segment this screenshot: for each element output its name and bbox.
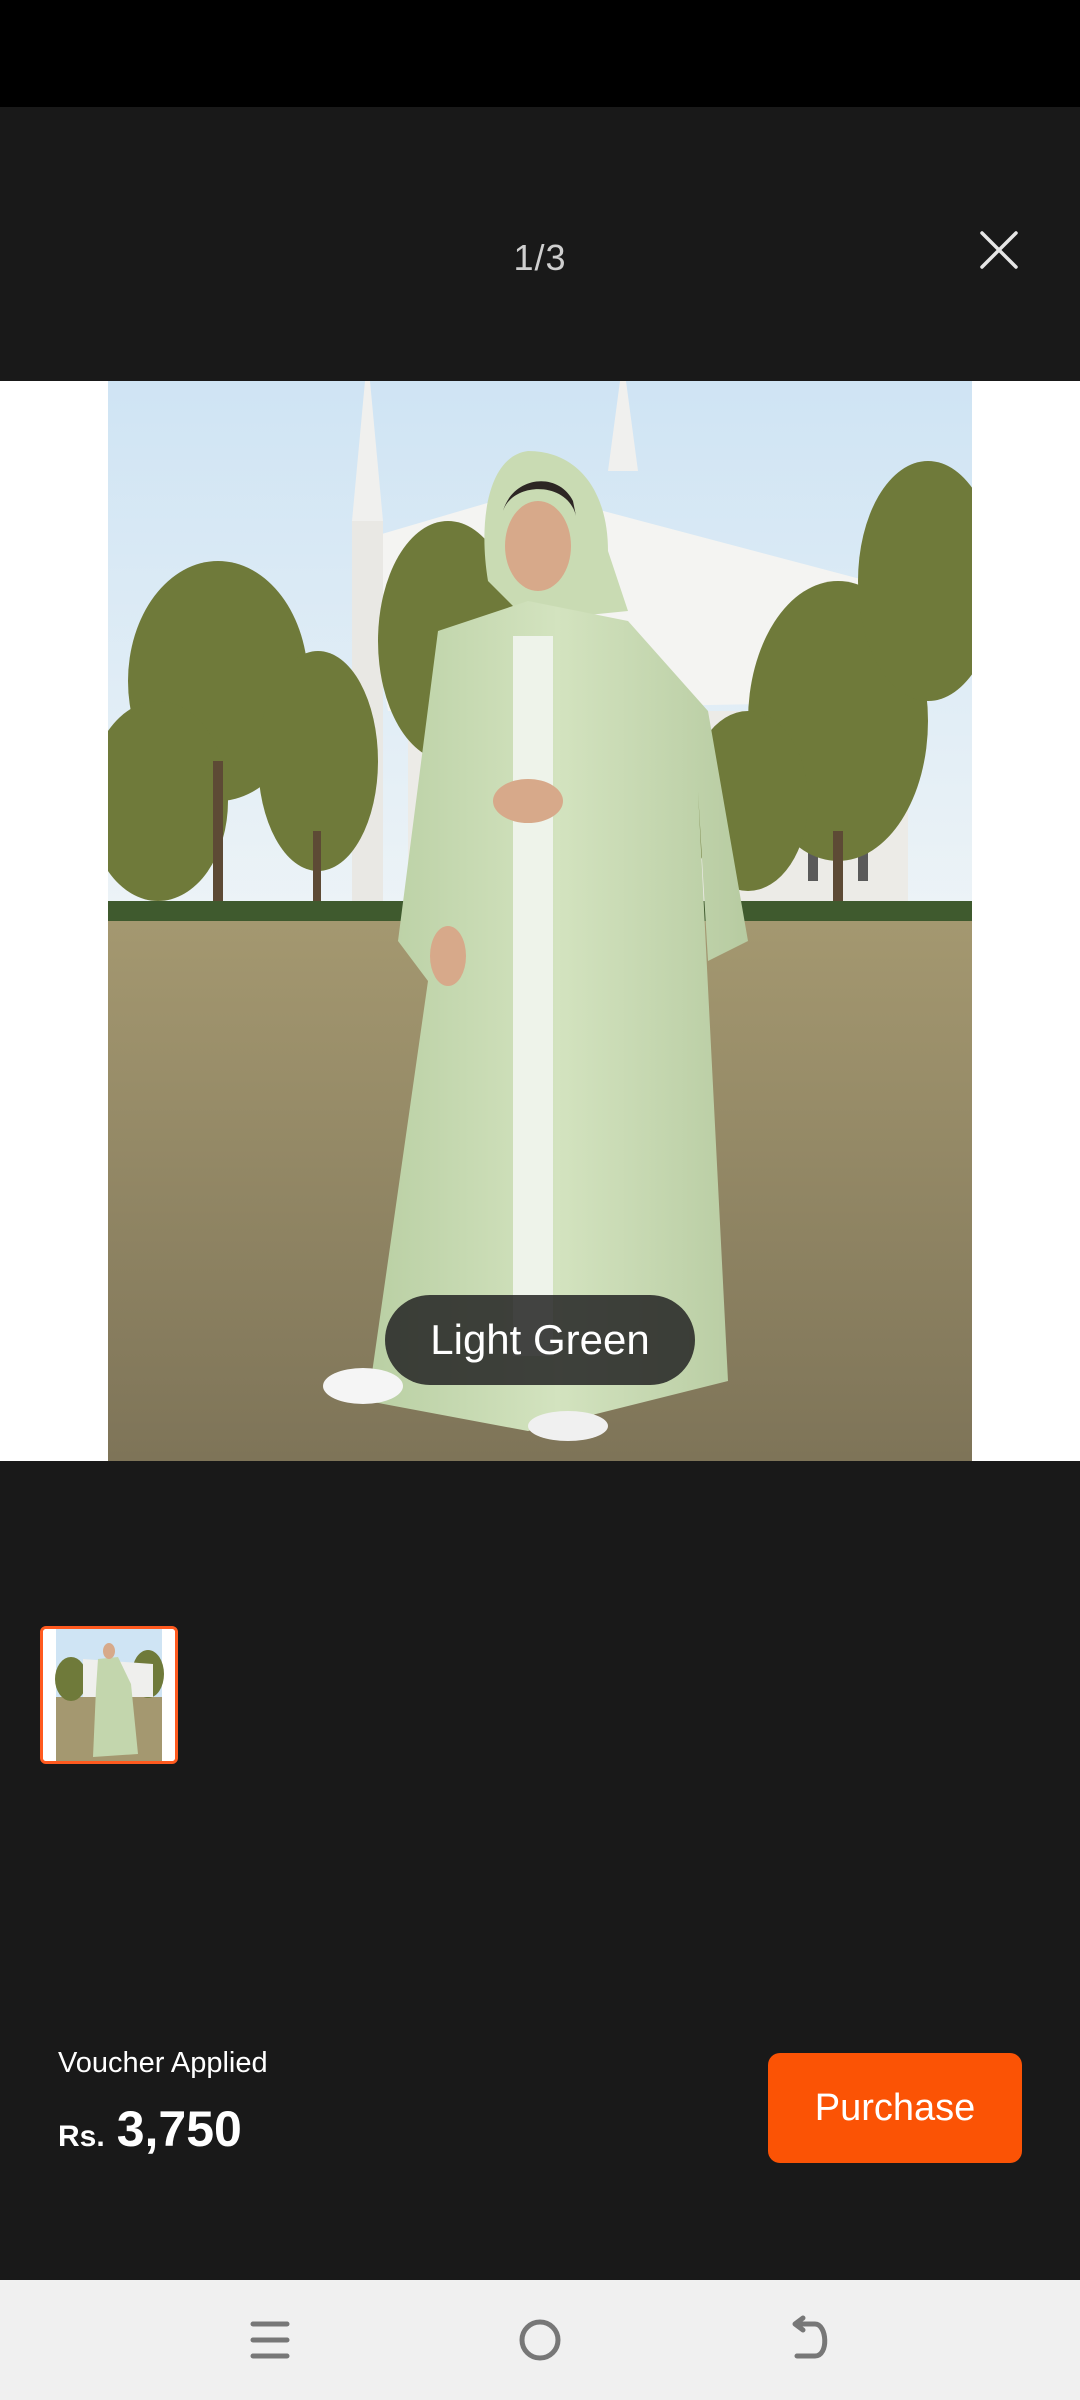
home-button[interactable] — [505, 2310, 575, 2370]
thumbnail-strip — [40, 1626, 178, 1764]
close-button[interactable] — [960, 218, 1040, 284]
thumbnail-image — [43, 1629, 175, 1761]
back-button[interactable] — [775, 2310, 845, 2370]
purchase-button[interactable]: Purchase — [768, 2053, 1022, 2163]
recent-apps-button[interactable] — [235, 2310, 305, 2370]
image-stage[interactable]: Light Green — [0, 381, 1080, 1461]
close-icon — [980, 231, 1018, 269]
page-counter: 1/3 — [513, 237, 567, 278]
price-currency: Rs. — [58, 2120, 105, 2153]
price: Rs. 3,750 — [58, 2100, 242, 2158]
price-value: 3,750 — [116, 2101, 242, 2157]
menu-icon — [250, 2321, 290, 2359]
back-icon — [792, 2315, 828, 2359]
status-bar — [0, 0, 1080, 107]
system-navigation-bar — [0, 2280, 1080, 2400]
thumbnail-selected[interactable] — [40, 1626, 178, 1764]
variant-label: Light Green — [385, 1295, 695, 1385]
viewer-header: 1/3 — [0, 107, 1080, 381]
product-image-viewer: 1/3 Light Green Voucher Applied Rs. 3,75… — [0, 0, 1080, 2400]
home-icon — [519, 2319, 561, 2361]
voucher-label: Voucher Applied — [58, 2047, 268, 2079]
